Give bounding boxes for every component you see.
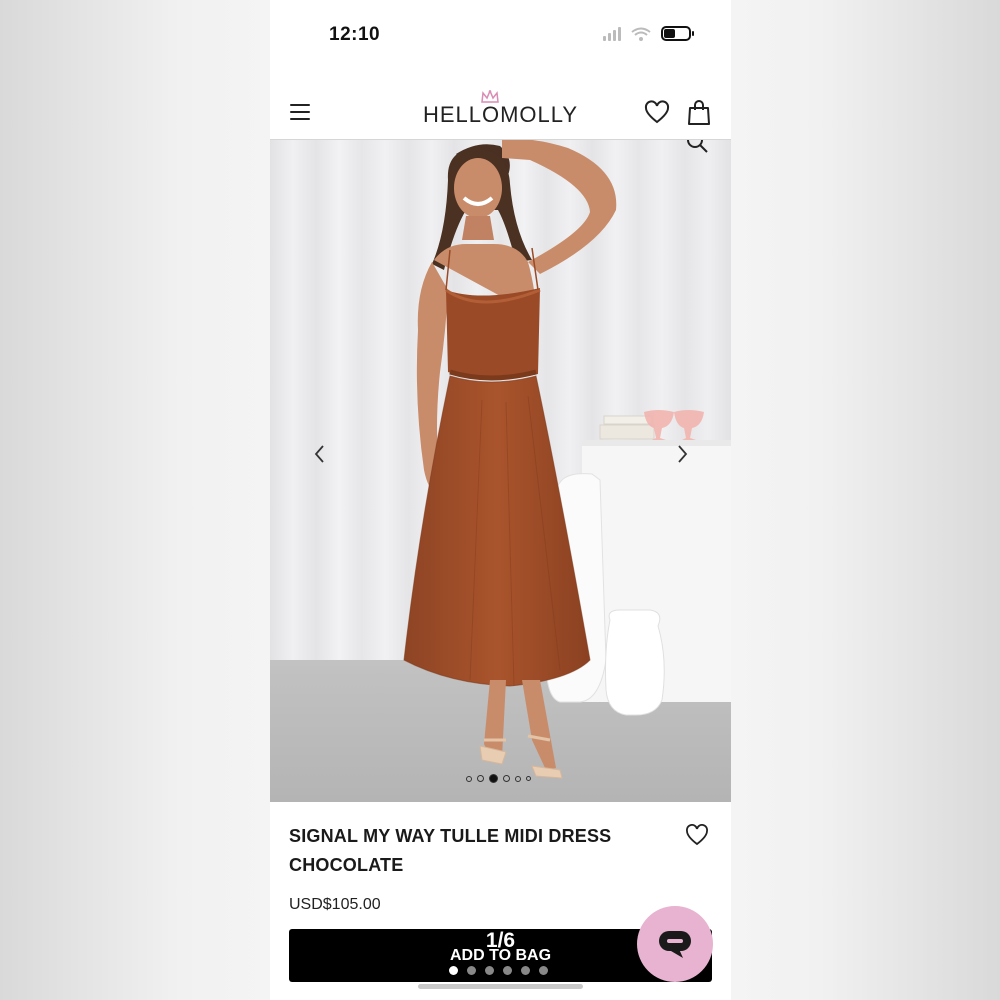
site-header: HELLOMOLLY: [270, 88, 731, 140]
image-dot[interactable]: [515, 775, 521, 782]
image-dot[interactable]: [489, 774, 498, 783]
overlay-dot: [449, 966, 458, 975]
overlay-dot: [503, 966, 512, 975]
add-to-wishlist-heart-icon[interactable]: [685, 824, 709, 846]
zoom-icon[interactable]: [685, 140, 709, 154]
image-dot[interactable]: [477, 775, 484, 782]
wifi-icon: [631, 27, 651, 41]
home-indicator: [418, 984, 583, 989]
shopping-bag-icon[interactable]: [686, 98, 712, 126]
overlay-dot: [467, 966, 476, 975]
overlay-dot: [485, 966, 494, 975]
product-image-gallery[interactable]: [270, 140, 731, 802]
previous-image-chevron-icon[interactable]: [310, 440, 330, 468]
heart-icon[interactable]: [644, 100, 670, 126]
overlay-dot: [521, 966, 530, 975]
product-photo: [270, 140, 731, 802]
image-dot[interactable]: [466, 775, 472, 782]
product-price: USD$105.00: [289, 896, 381, 913]
battery-icon: [661, 26, 694, 41]
chat-button[interactable]: [637, 906, 713, 982]
status-icons: [603, 26, 694, 41]
image-dot[interactable]: [503, 775, 510, 782]
product-title: SIGNAL MY WAY TULLE MIDI DRESS CHOCOLATE: [289, 826, 612, 875]
cellular-signal-icon: [603, 26, 621, 41]
overlay-dot: [539, 966, 548, 975]
phone-screen: 12:10 HELLOMOLLY SIGNAL MY WAY TULLE MID…: [270, 0, 731, 1000]
overlay-pagination-dots: [449, 966, 548, 975]
chat-bubble-icon: [659, 931, 691, 958]
status-time: 12:10: [329, 24, 381, 45]
next-image-chevron-icon[interactable]: [672, 440, 692, 468]
image-pagination-dots[interactable]: [466, 774, 531, 783]
image-dot[interactable]: [526, 776, 531, 781]
